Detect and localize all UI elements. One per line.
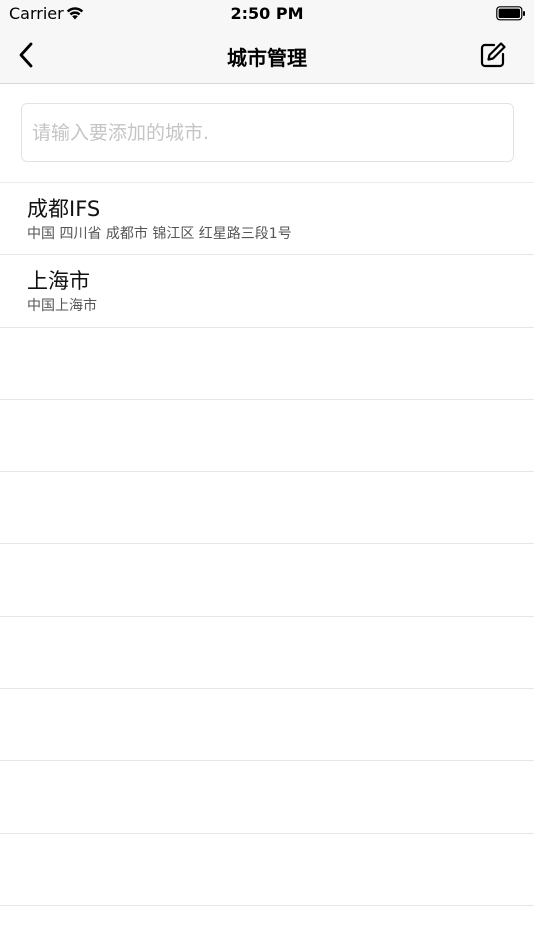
city-name: 上海市 (27, 269, 90, 294)
edit-icon (480, 42, 506, 68)
city-address: 中国 四川省 成都市 锦江区 红星路三段1号 (27, 226, 292, 242)
city-list-item[interactable]: 上海市 中国上海市 (0, 255, 534, 328)
city-search-input[interactable] (21, 103, 514, 162)
city-list-item[interactable]: 成都IFS 中国 四川省 成都市 锦江区 红星路三段1号 (0, 183, 534, 256)
edit-button[interactable] (478, 40, 508, 70)
city-address: 中国上海市 (27, 298, 97, 315)
navigation-bar: 城市管理 (0, 28, 534, 84)
status-bar: Carrier 2:50 PM (0, 0, 534, 28)
page-title: 城市管理 (227, 46, 307, 70)
empty-row (0, 761, 534, 834)
city-list: 成都IFS 中国 四川省 成都市 锦江区 红星路三段1号 上海市 中国上海市 (0, 183, 534, 906)
empty-row (0, 617, 534, 690)
empty-row (0, 328, 534, 400)
status-time: 2:50 PM (230, 4, 304, 23)
empty-row (0, 544, 534, 617)
search-area (0, 84, 534, 183)
empty-row (0, 689, 534, 762)
battery-icon (496, 6, 525, 21)
empty-row (0, 834, 534, 906)
city-name: 成都IFS (27, 197, 101, 221)
empty-row (0, 400, 534, 473)
empty-row (0, 472, 534, 545)
